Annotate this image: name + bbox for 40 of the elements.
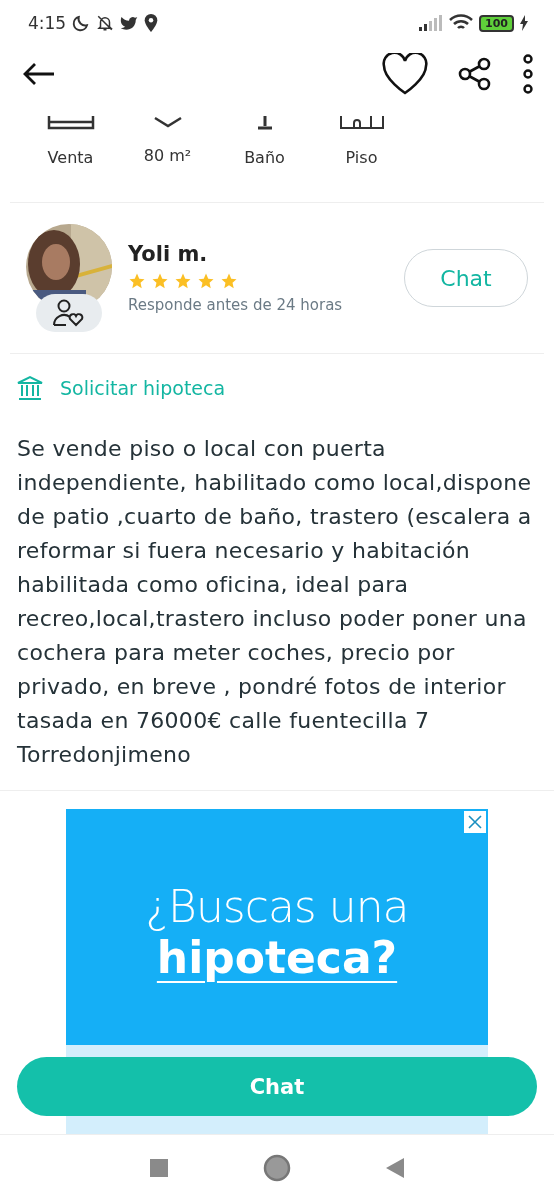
back-nav-icon[interactable]	[386, 1158, 404, 1178]
bird-icon	[120, 15, 139, 31]
seller-name: Yoli m.	[128, 242, 209, 266]
ad-headline: ¿Buscas una	[145, 881, 409, 932]
chat-button[interactable]: Chat	[404, 249, 528, 307]
signal-icon	[419, 15, 444, 31]
star-icon	[151, 272, 169, 290]
favorite-seller-button[interactable]	[36, 294, 102, 332]
user-heart-icon	[52, 299, 86, 327]
bed-icon	[46, 116, 95, 130]
close-ad-button[interactable]	[464, 811, 486, 833]
moon-icon	[72, 14, 91, 32]
chat-button[interactable]: Chat	[17, 1057, 537, 1116]
heart-icon[interactable]	[382, 53, 428, 95]
description-text: Se vende piso o local con puerta independiente, habilitado como local,dispone de patio ,cuarto de baño, trastero (escalera a reformar si fuera necesario y habitación habilitada como oficina, ideal para recreo,local,trastero incluso poder poner una cochera para meter coches, precio por privado, en breve , pondré fotos de interior tasada en 76000€ calle fuentecilla 7 Torredonjimeno	[0, 432, 554, 791]
status-time: 4:15	[28, 13, 67, 33]
mortgage-link[interactable]: Solicitar hipoteca	[0, 354, 554, 422]
charging-icon	[520, 15, 528, 31]
response-time: Responde antes de 24 horas	[128, 296, 344, 314]
star-icon	[220, 272, 238, 290]
back-icon[interactable]	[22, 62, 56, 86]
star-icon	[128, 272, 146, 290]
home-icon[interactable]	[263, 1154, 291, 1182]
building-icon	[338, 116, 385, 130]
muted-bell-icon	[96, 14, 115, 32]
area-icon	[152, 116, 183, 128]
star-icon	[174, 272, 192, 290]
location-pin-icon	[144, 14, 159, 32]
ad-headline: hipoteca?	[156, 932, 398, 983]
feature-label: Venta	[47, 148, 94, 167]
close-icon	[467, 814, 483, 830]
bank-icon	[16, 375, 44, 401]
feature-label: 80 m²	[143, 146, 192, 165]
feature-label: Piso	[345, 148, 378, 167]
more-options-icon[interactable]	[522, 54, 534, 94]
battery-level: 100	[479, 14, 514, 32]
ad-banner[interactable]: ¿Buscas una hipoteca?	[66, 809, 488, 1045]
feature-label: Baño	[244, 148, 285, 167]
share-icon[interactable]	[458, 57, 492, 91]
star-icon	[197, 272, 215, 290]
